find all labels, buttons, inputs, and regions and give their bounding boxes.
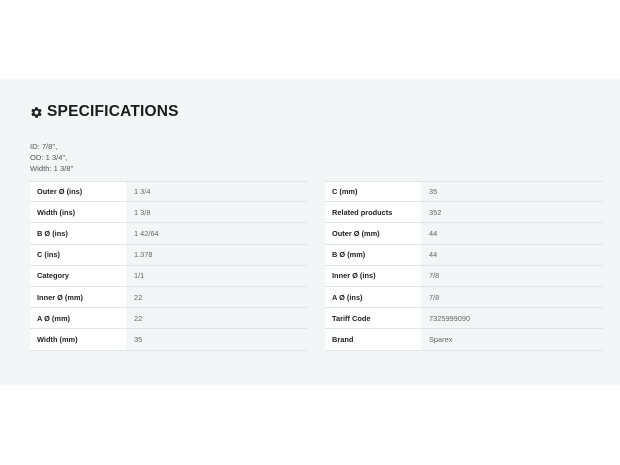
spec-label: A Ø (ins) — [325, 286, 421, 308]
specs-table-left: Outer Ø (ins) 1 3/4 Width (ins) 1 3/8 B Ø … — [30, 181, 308, 351]
spec-row: C (ins) 1.378 — [30, 244, 308, 266]
spec-row: A Ø (mm) 22 — [30, 308, 308, 330]
spec-label: B Ø (mm) — [325, 244, 421, 265]
spec-value: 35 — [429, 187, 438, 197]
section-title-text: SPECIFICATIONS — [47, 103, 179, 120]
spec-row: A Ø (ins) 7/8 — [325, 286, 603, 309]
spec-value: 35 — [134, 334, 143, 344]
spec-label: A Ø (mm) — [30, 308, 126, 329]
spec-value: 1.378 — [134, 250, 153, 260]
spec-row: Outer Ø (mm) 44 — [325, 223, 603, 245]
spec-label: Width (ins) — [30, 202, 126, 223]
spec-label: Width (mm) — [30, 329, 126, 350]
spec-value: 22 — [134, 313, 143, 323]
spec-label: Related products — [325, 202, 421, 223]
spec-row: Inner Ø (mm) 22 — [30, 286, 308, 309]
spec-row: Inner Ø (ins) 7/8 — [325, 265, 603, 287]
spec-label: Inner Ø (mm) — [30, 286, 126, 308]
spec-label: Brand — [325, 329, 421, 350]
spec-label: C (mm) — [325, 182, 421, 202]
spec-value: 7325999090 — [429, 313, 471, 323]
spec-label: Outer Ø (ins) — [30, 182, 126, 202]
spec-label: Tariff Code — [325, 308, 421, 329]
spec-value: 7/8 — [429, 271, 440, 281]
product-description: ID: 7/8", OD: 1 3/4", Width: 1 3/8" — [30, 141, 73, 174]
spec-value: 7/8 — [429, 292, 440, 302]
spec-row: Related products 352 — [325, 202, 603, 224]
specs-table-right: C (mm) 35 Related products 352 Outer Ø (mm… — [325, 181, 603, 351]
spec-value: 1 42/64 — [134, 228, 159, 238]
spec-value: 352 — [429, 207, 442, 217]
spec-value: 1 3/4 — [134, 187, 151, 197]
spec-value: 44 — [429, 250, 438, 260]
spec-label: C (ins) — [30, 244, 126, 265]
spec-row: B Ø (mm) 44 — [325, 244, 603, 266]
spec-row: Width (ins) 1 3/8 — [30, 202, 308, 224]
spec-label: Outer Ø (mm) — [325, 223, 421, 244]
description-line: OD: 1 3/4", — [30, 153, 68, 162]
spec-row: C (mm) 35 — [325, 181, 603, 203]
spec-value: 1 3/8 — [134, 207, 151, 217]
spec-row: Brand Sparex — [325, 329, 603, 351]
spec-row: Width (mm) 35 — [30, 329, 308, 351]
spec-value: 1/1 — [134, 271, 145, 281]
spec-row: Outer Ø (ins) 1 3/4 — [30, 181, 308, 203]
spec-label: Inner Ø (ins) — [325, 265, 421, 286]
spec-value: 22 — [134, 292, 143, 302]
spec-row: Category 1/1 — [30, 265, 308, 287]
gear-icon — [30, 106, 43, 119]
description-line: Width: 1 3/8" — [30, 164, 74, 173]
spec-label: B Ø (ins) — [30, 223, 126, 244]
spec-value: Sparex — [429, 334, 453, 344]
spec-value: 44 — [429, 228, 438, 238]
description-line: ID: 7/8", — [30, 142, 58, 151]
spec-row: B Ø (ins) 1 42/64 — [30, 223, 308, 245]
section-title: SPECIFICATIONS — [30, 102, 179, 122]
spec-row: Tariff Code 7325999090 — [325, 308, 603, 330]
spec-label: Category — [30, 265, 126, 286]
